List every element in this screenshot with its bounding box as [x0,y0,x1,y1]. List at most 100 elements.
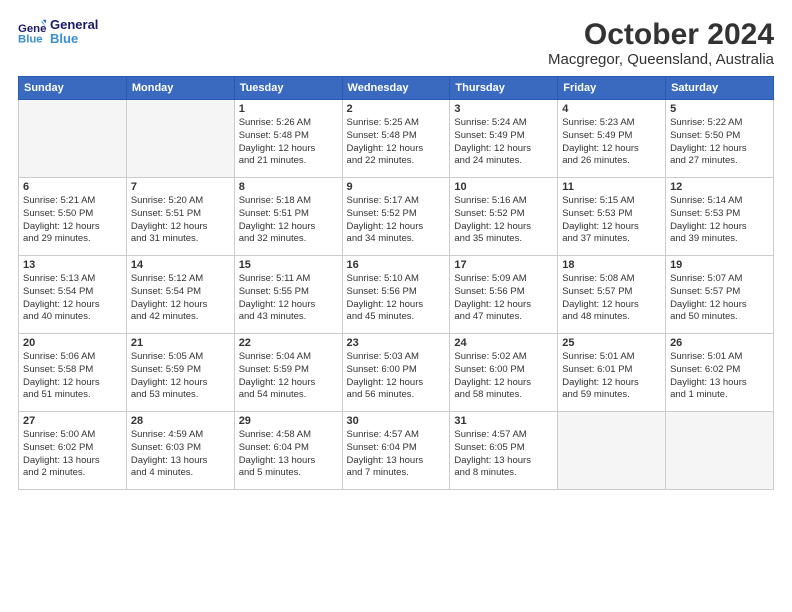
day-header-thursday: Thursday [450,77,558,100]
calendar-cell: 13 Sunrise: 5:13 AM Sunset: 5:54 PM Dayli… [19,256,127,334]
day-number: 7 [131,181,230,193]
day-number: 16 [347,259,446,271]
day-header-tuesday: Tuesday [234,77,342,100]
day-number: 21 [131,337,230,349]
cell-info: Sunrise: 4:59 AM Sunset: 6:03 PM Dayligh… [131,429,230,480]
calendar-cell: 10 Sunrise: 5:16 AM Sunset: 5:52 PM Dayli… [450,178,558,256]
cell-info: Sunrise: 5:00 AM Sunset: 6:02 PM Dayligh… [23,429,122,480]
calendar-cell: 2 Sunrise: 5:25 AM Sunset: 5:48 PM Daylig… [342,100,450,178]
week-row-4: 20 Sunrise: 5:06 AM Sunset: 5:58 PM Dayli… [19,334,774,412]
cell-info: Sunrise: 5:01 AM Sunset: 6:01 PM Dayligh… [562,351,661,402]
title-area: October 2024 Macgregor, Queensland, Aust… [548,18,774,68]
cell-info: Sunrise: 5:17 AM Sunset: 5:52 PM Dayligh… [347,195,446,246]
calendar-cell: 9 Sunrise: 5:17 AM Sunset: 5:52 PM Daylig… [342,178,450,256]
day-number: 17 [454,259,553,271]
day-number: 8 [239,181,338,193]
cell-info: Sunrise: 5:25 AM Sunset: 5:48 PM Dayligh… [347,117,446,168]
calendar-cell: 25Sunrise: 5:01 AM Sunset: 6:01 PM Dayli… [558,334,666,412]
calendar-cell: 17 Sunrise: 5:09 AM Sunset: 5:56 PM Dayli… [450,256,558,334]
calendar-cell: 19 Sunrise: 5:07 AM Sunset: 5:57 PM Dayli… [666,256,774,334]
day-number: 2 [347,103,446,115]
calendar-cell: 21 Sunrise: 5:05 AM Sunset: 5:59 PM Dayli… [126,334,234,412]
day-number: 10 [454,181,553,193]
day-header-sunday: Sunday [19,77,127,100]
svg-text:Blue: Blue [18,34,43,46]
cell-info: Sunrise: 5:11 AM Sunset: 5:55 PM Dayligh… [239,273,338,324]
calendar-cell: 29Sunrise: 4:58 AM Sunset: 6:04 PM Dayli… [234,412,342,490]
week-row-2: 6 Sunrise: 5:21 AM Sunset: 5:50 PM Daylig… [19,178,774,256]
logo-line2: Blue [50,32,98,46]
day-number: 6 [23,181,122,193]
header: General Blue General Blue October 2024 M… [18,18,774,68]
logo: General Blue General Blue [18,18,98,47]
calendar-cell: 27Sunrise: 5:00 AM Sunset: 6:02 PM Dayli… [19,412,127,490]
calendar-cell [19,100,127,178]
week-row-1: 1 Sunrise: 5:26 AM Sunset: 5:48 PM Daylig… [19,100,774,178]
calendar-cell: 4 Sunrise: 5:23 AM Sunset: 5:49 PM Daylig… [558,100,666,178]
cell-info: Sunrise: 5:07 AM Sunset: 5:57 PM Dayligh… [670,273,769,324]
cell-info: Sunrise: 5:22 AM Sunset: 5:50 PM Dayligh… [670,117,769,168]
cell-info: Sunrise: 5:26 AM Sunset: 5:48 PM Dayligh… [239,117,338,168]
day-number: 20 [23,337,122,349]
cell-info: Sunrise: 5:06 AM Sunset: 5:58 PM Dayligh… [23,351,122,402]
cell-info: Sunrise: 5:08 AM Sunset: 5:57 PM Dayligh… [562,273,661,324]
day-number: 12 [670,181,769,193]
calendar-cell: 28 Sunrise: 4:59 AM Sunset: 6:03 PM Dayli… [126,412,234,490]
day-header-friday: Friday [558,77,666,100]
cell-info: Sunrise: 5:20 AM Sunset: 5:51 PM Dayligh… [131,195,230,246]
calendar-cell: 23 Sunrise: 5:03 AM Sunset: 6:00 PM Dayli… [342,334,450,412]
days-header-row: SundayMondayTuesdayWednesdayThursdayFrid… [19,77,774,100]
day-header-wednesday: Wednesday [342,77,450,100]
day-header-monday: Monday [126,77,234,100]
day-number: 3 [454,103,553,115]
day-number: 19 [670,259,769,271]
cell-info: Sunrise: 5:01 AM Sunset: 6:02 PM Dayligh… [670,351,769,402]
calendar-table: SundayMondayTuesdayWednesdayThursdayFrid… [18,76,774,490]
cell-info: Sunrise: 5:09 AM Sunset: 5:56 PM Dayligh… [454,273,553,324]
day-number: 23 [347,337,446,349]
calendar-cell: 24 Sunrise: 5:02 AM Sunset: 6:00 PM Dayli… [450,334,558,412]
cell-info: Sunrise: 5:23 AM Sunset: 5:49 PM Dayligh… [562,117,661,168]
calendar-cell: 18 Sunrise: 5:08 AM Sunset: 5:57 PM Dayli… [558,256,666,334]
calendar-cell: 5 Sunrise: 5:22 AM Sunset: 5:50 PM Daylig… [666,100,774,178]
calendar-cell [666,412,774,490]
cell-info: Sunrise: 4:57 AM Sunset: 6:04 PM Dayligh… [347,429,446,480]
calendar-cell: 11Sunrise: 5:15 AM Sunset: 5:53 PM Dayli… [558,178,666,256]
day-number: 5 [670,103,769,115]
calendar-cell: 22Sunrise: 5:04 AM Sunset: 5:59 PM Dayli… [234,334,342,412]
day-number: 9 [347,181,446,193]
day-number: 29 [239,415,338,427]
day-number: 1 [239,103,338,115]
day-number: 28 [131,415,230,427]
day-number: 13 [23,259,122,271]
cell-info: Sunrise: 5:13 AM Sunset: 5:54 PM Dayligh… [23,273,122,324]
day-number: 30 [347,415,446,427]
week-row-5: 27Sunrise: 5:00 AM Sunset: 6:02 PM Dayli… [19,412,774,490]
cell-info: Sunrise: 5:16 AM Sunset: 5:52 PM Dayligh… [454,195,553,246]
cell-info: Sunrise: 5:03 AM Sunset: 6:00 PM Dayligh… [347,351,446,402]
week-row-3: 13 Sunrise: 5:13 AM Sunset: 5:54 PM Dayli… [19,256,774,334]
cell-info: Sunrise: 5:18 AM Sunset: 5:51 PM Dayligh… [239,195,338,246]
logo-icon: General Blue [18,18,46,46]
cell-info: Sunrise: 5:12 AM Sunset: 5:54 PM Dayligh… [131,273,230,324]
calendar-cell: 16 Sunrise: 5:10 AM Sunset: 5:56 PM Dayli… [342,256,450,334]
month-title: October 2024 [548,18,774,51]
calendar-cell: 8 Sunrise: 5:18 AM Sunset: 5:51 PM Daylig… [234,178,342,256]
calendar-cell: 3 Sunrise: 5:24 AM Sunset: 5:49 PM Daylig… [450,100,558,178]
calendar-cell: 7 Sunrise: 5:20 AM Sunset: 5:51 PM Daylig… [126,178,234,256]
cell-info: Sunrise: 5:21 AM Sunset: 5:50 PM Dayligh… [23,195,122,246]
cell-info: Sunrise: 5:02 AM Sunset: 6:00 PM Dayligh… [454,351,553,402]
day-number: 26 [670,337,769,349]
cell-info: Sunrise: 4:57 AM Sunset: 6:05 PM Dayligh… [454,429,553,480]
cell-info: Sunrise: 5:10 AM Sunset: 5:56 PM Dayligh… [347,273,446,324]
calendar-cell: 26 Sunrise: 5:01 AM Sunset: 6:02 PM Dayli… [666,334,774,412]
day-number: 22 [239,337,338,349]
calendar-cell: 1 Sunrise: 5:26 AM Sunset: 5:48 PM Daylig… [234,100,342,178]
day-number: 18 [562,259,661,271]
calendar-cell: 31Sunrise: 4:57 AM Sunset: 6:05 PM Dayli… [450,412,558,490]
cell-info: Sunrise: 5:24 AM Sunset: 5:49 PM Dayligh… [454,117,553,168]
cell-info: Sunrise: 5:05 AM Sunset: 5:59 PM Dayligh… [131,351,230,402]
day-number: 4 [562,103,661,115]
day-number: 24 [454,337,553,349]
cell-info: Sunrise: 5:14 AM Sunset: 5:53 PM Dayligh… [670,195,769,246]
